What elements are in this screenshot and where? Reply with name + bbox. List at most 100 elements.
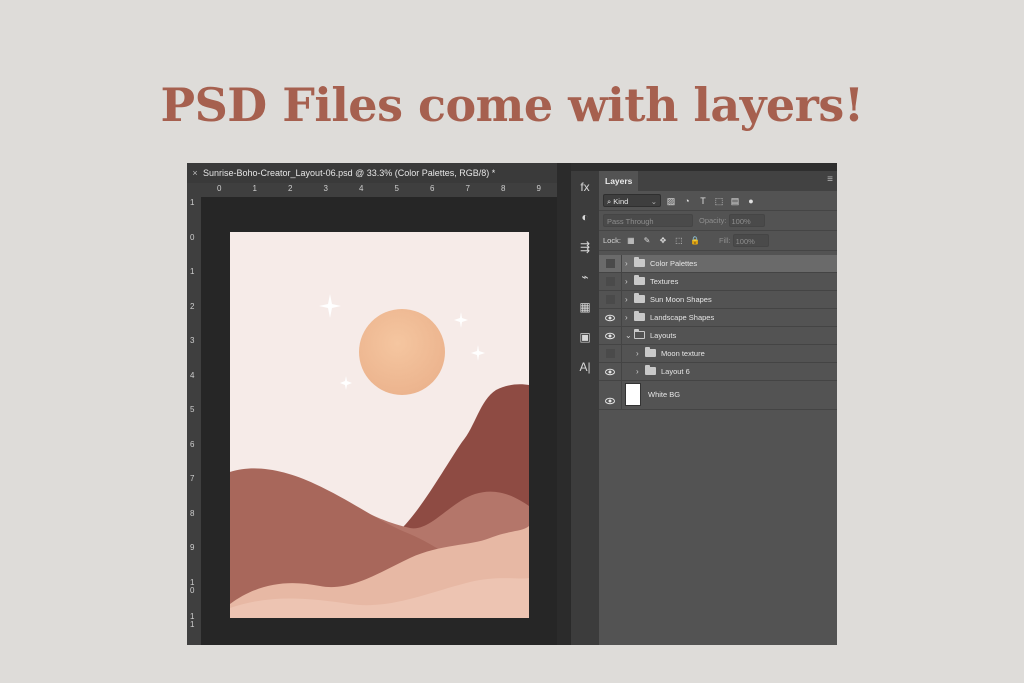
ruler-tick-label: 2 (190, 301, 195, 311)
ruler-tick-label: 1 1 (190, 612, 195, 629)
ruler-tick-label: 6 (190, 439, 195, 449)
ruler-tick-label: 3 (323, 184, 328, 193)
smart-object-filter-icon[interactable]: ▤ (729, 195, 741, 207)
chevron-down-icon[interactable]: ⌄ (625, 327, 632, 344)
panel-collapse-bar[interactable] (599, 163, 837, 171)
ruler-tick-label: 4 (190, 370, 195, 380)
ruler-tick-label: 9 (190, 543, 195, 552)
chevron-right-icon[interactable]: › (625, 273, 628, 290)
visibility-toggle[interactable] (599, 309, 622, 326)
ruler-tick-label: 3 (190, 336, 195, 345)
folder-icon (645, 347, 656, 357)
ruler-tick-label: 1 (252, 184, 257, 193)
ruler-tick-label: 2 (288, 184, 293, 193)
hidden-visibility-box (605, 349, 615, 358)
eye-icon (605, 330, 615, 340)
shape-filter-icon[interactable]: ⬚ (713, 195, 725, 207)
lock-position-icon[interactable]: ✥ (657, 235, 669, 247)
hidden-visibility-box (605, 259, 615, 268)
ruler-tick-label: 1 0 (190, 577, 195, 595)
layer-row[interactable]: › Color Palettes (599, 255, 837, 273)
lock-artboard-icon[interactable]: ⬚ (673, 235, 685, 247)
blend-row: Pass Through Opacity: 100% (599, 211, 837, 231)
paths-icon[interactable]: ⌁ (571, 263, 599, 291)
vertical-ruler[interactable]: 101234567891 01 1 (187, 197, 202, 645)
folder-icon (634, 257, 645, 267)
close-icon[interactable]: × (187, 163, 203, 183)
layer-name: Moon texture (661, 349, 705, 358)
chevron-right-icon[interactable]: › (625, 255, 628, 272)
properties-icon[interactable]: ⇶ (571, 233, 599, 261)
layer-row[interactable]: › Textures (599, 273, 837, 291)
filter-toggle-icon[interactable]: ● (745, 195, 757, 207)
kind-filter-label: Kind (613, 197, 629, 206)
visibility-toggle[interactable] (599, 363, 622, 380)
strip-collapse[interactable] (571, 163, 599, 171)
layers-list: › Color Palettes › Textures › Sun Moon Shapes… (599, 255, 837, 410)
chevron-right-icon[interactable]: › (625, 309, 628, 326)
chevron-right-icon[interactable]: › (625, 291, 628, 308)
ruler-tick-label: 7 (465, 184, 470, 193)
document-tab-title: Sunrise-Boho-Creator_Layout-06.psd @ 33.… (203, 168, 496, 178)
ruler-tick-label: 1 (190, 267, 195, 276)
layer-name: Textures (650, 277, 679, 286)
lock-row: Lock: ▦ ✎ ✥ ⬚ 🔒 Fill: 100% (599, 231, 837, 251)
horizontal-ruler[interactable]: 0 1 2 3 4 5 6 7 8 9 (201, 183, 557, 198)
folder-icon (634, 293, 645, 303)
panel-tool-strip: fx ◐ ⇶ ⌁ ▦ ▣ A| (570, 163, 600, 645)
chevron-down-icon: ⌄ (650, 197, 657, 206)
opacity-label: Opacity: (699, 216, 727, 225)
lock-pixels-icon[interactable]: ✎ (641, 235, 653, 247)
chevron-right-icon[interactable]: › (636, 363, 639, 380)
layer-row[interactable]: › Layout 6 (599, 363, 837, 381)
ruler-tick-label: 0 (190, 232, 195, 242)
folder-icon (645, 365, 656, 375)
layer-row[interactable]: › Moon texture (599, 345, 837, 363)
character-icon[interactable]: A| (571, 353, 599, 381)
adjustment-filter-icon[interactable]: ◔ (681, 195, 693, 207)
visibility-toggle[interactable] (599, 381, 622, 409)
artwork-canvas[interactable] (230, 232, 529, 618)
visibility-toggle[interactable] (599, 345, 622, 362)
layer-name: White BG (648, 390, 681, 399)
ruler-tick-label: 4 (359, 184, 364, 193)
panel-menu-icon[interactable]: ≡ (827, 174, 833, 185)
ruler-corner (187, 183, 201, 197)
layer-row[interactable]: ⌄ Layouts (599, 327, 837, 345)
layer-thumbnail (625, 383, 641, 406)
lock-transparency-icon[interactable]: ▦ (625, 235, 637, 247)
fx-icon[interactable]: fx (571, 173, 599, 201)
layer-name: Color Palettes (650, 259, 698, 268)
hidden-visibility-box (605, 277, 615, 286)
fill-field[interactable]: 100% (732, 234, 769, 247)
kind-filter-select[interactable]: ⌕ Kind ⌄ (603, 194, 661, 207)
type-filter-icon[interactable]: T (697, 195, 709, 207)
tab-layers[interactable]: Layers (599, 171, 639, 191)
pixel-filter-icon[interactable]: ▨ (665, 195, 677, 207)
eye-icon (605, 390, 615, 405)
layer-row[interactable]: › Landscape Shapes (599, 309, 837, 327)
folder-icon (634, 329, 645, 339)
folder-icon (634, 275, 645, 285)
document-tab[interactable]: × Sunrise-Boho-Creator_Layout-06.psd @ 33… (187, 163, 557, 183)
layer-filter-row: ⌕ Kind ⌄ ▨ ◔ T ⬚ ▤ ● (599, 191, 837, 211)
adjustment-icon[interactable]: ◐ (571, 203, 599, 231)
ruler-tick-label: 8 (190, 508, 195, 518)
layer-row[interactable]: › Sun Moon Shapes (599, 291, 837, 309)
visibility-toggle[interactable] (599, 291, 622, 308)
navigator-icon[interactable]: ▣ (571, 323, 599, 351)
layer-row[interactable]: White BG (599, 381, 837, 410)
libraries-icon[interactable]: ▦ (571, 293, 599, 321)
layer-name: Landscape Shapes (650, 313, 715, 322)
visibility-toggle[interactable] (599, 273, 622, 290)
blend-mode-select[interactable]: Pass Through (603, 214, 693, 227)
lock-all-icon[interactable]: 🔒 (689, 235, 701, 247)
chevron-right-icon[interactable]: › (636, 345, 639, 362)
visibility-toggle[interactable] (599, 327, 622, 344)
ruler-tick-label: 9 (536, 184, 541, 193)
opacity-field[interactable]: 100% (728, 214, 765, 227)
visibility-toggle[interactable] (599, 255, 622, 272)
sun-shape (359, 309, 445, 395)
layer-name: Sun Moon Shapes (650, 295, 712, 304)
document-area: × Sunrise-Boho-Creator_Layout-06.psd @ 33… (187, 163, 557, 645)
